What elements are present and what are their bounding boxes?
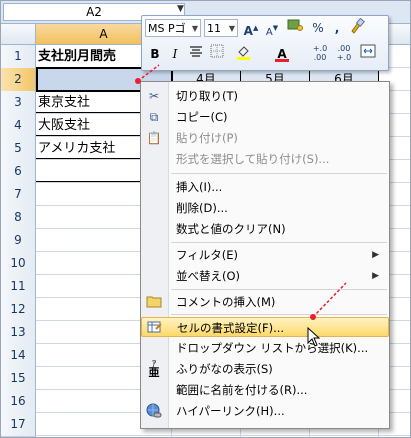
mouse-cursor-icon bbox=[307, 326, 321, 350]
excel-window: A2 ▼ A 1 2 3 4 5 6 7 8 9 10 11 12 13 14 … bbox=[0, 0, 411, 438]
annotation-overlay bbox=[135, 64, 347, 320]
